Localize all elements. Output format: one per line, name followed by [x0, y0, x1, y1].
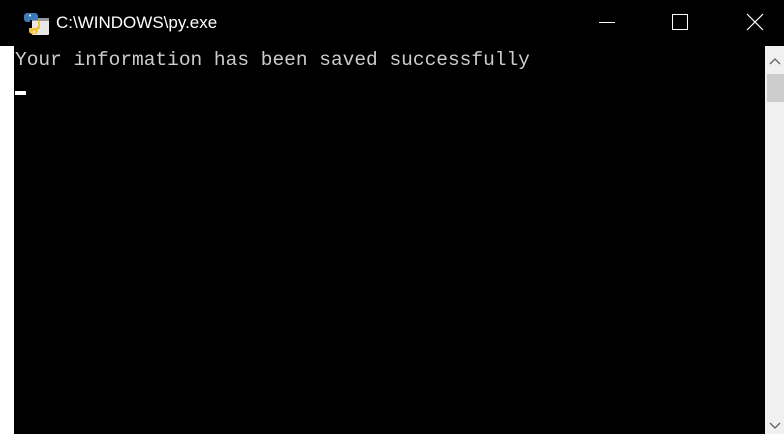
- python-icon[interactable]: [24, 11, 50, 37]
- close-button[interactable]: [731, 0, 779, 46]
- title-bar[interactable]: C:\WINDOWS\py.exe: [0, 0, 784, 46]
- text-cursor: [15, 91, 26, 95]
- minimize-button[interactable]: [583, 0, 631, 46]
- scroll-up-button[interactable]: [765, 46, 784, 72]
- window-title: C:\WINDOWS\py.exe: [56, 13, 218, 32]
- console-output[interactable]: Your information has been saved successf…: [14, 46, 765, 434]
- vertical-scrollbar[interactable]: [765, 46, 784, 434]
- window-left-border: [0, 46, 14, 434]
- scrollbar-thumb[interactable]: [767, 74, 784, 102]
- scroll-down-button[interactable]: [765, 416, 784, 434]
- maximize-button[interactable]: [656, 0, 704, 46]
- console-window: C:\WINDOWS\py.exe Your information has b…: [0, 0, 784, 434]
- console-line: Your information has been saved successf…: [15, 49, 530, 71]
